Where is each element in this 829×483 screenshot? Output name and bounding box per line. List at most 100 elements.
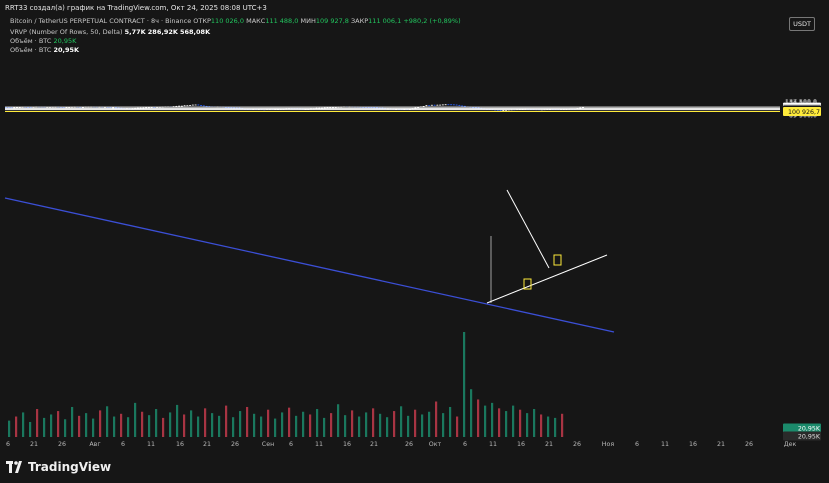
- horizontal-levels[interactable]: [5, 106, 780, 113]
- volume-bar: [309, 414, 312, 437]
- x-tick-label: 26: [231, 441, 239, 448]
- candle-body: [186, 105, 189, 107]
- volume-bar: [449, 406, 452, 437]
- volume-bar: [176, 404, 179, 437]
- x-tick-label: 21: [370, 441, 378, 448]
- candle-body: [444, 104, 447, 106]
- candle-body: [463, 105, 466, 107]
- x-tick-label: 6: [635, 441, 639, 448]
- volume-bar: [512, 405, 515, 437]
- x-tick-label: 21: [30, 441, 38, 448]
- volume-bar: [393, 411, 396, 437]
- volume-bars: [8, 332, 564, 437]
- volume-bar: [225, 405, 228, 437]
- volume-bar: [267, 409, 270, 437]
- volume-bar: [526, 413, 529, 437]
- pattern-line[interactable]: [506, 189, 550, 269]
- ascending-trendline[interactable]: [486, 254, 608, 304]
- volume-bar: [22, 412, 25, 437]
- volume-bar: [498, 408, 501, 437]
- volume-bar: [190, 410, 193, 437]
- volume-bar: [372, 408, 375, 437]
- candle-body: [450, 104, 453, 106]
- price-labels: 115 809,8111 006,102:51:23110 051,4107 3…: [783, 102, 821, 441]
- candle-body: [197, 104, 200, 106]
- time-axis[interactable]: 6 21 26 Авг 6 11 16 21 26 Сен 6 11 16 21 26 Окт 6 11 16 21 2…: [6, 441, 796, 448]
- chart-frame: RRT33 создал(а) график на TradingView.co…: [0, 0, 829, 483]
- volume-bar: [365, 412, 368, 437]
- volume-bar: [15, 416, 18, 437]
- x-tick-label: 11: [489, 441, 497, 448]
- candle-body: [502, 110, 505, 111]
- volume-bar: [351, 410, 354, 437]
- candle-body: [433, 104, 436, 106]
- volume-bar: [211, 413, 214, 437]
- x-tick-label: 6: [463, 441, 467, 448]
- x-tick-label: Ноя: [602, 441, 615, 448]
- volume-bar: [547, 416, 550, 437]
- x-tick-label: 16: [517, 441, 525, 448]
- volume-bar: [57, 411, 60, 437]
- volume-bar: [169, 412, 172, 437]
- price-label: 100 926,7: [788, 109, 820, 116]
- volume-bar: [204, 408, 207, 437]
- volume-bar: [400, 406, 403, 437]
- trend-drawings[interactable]: [4, 189, 615, 333]
- volume-bar: [43, 417, 46, 437]
- candle-body: [455, 104, 458, 106]
- volume-bar: [253, 413, 256, 437]
- tradingview-logo-text: TradingView: [28, 460, 112, 474]
- volume-bar: [127, 417, 130, 437]
- candle-body: [441, 104, 444, 106]
- x-tick-label: 6: [121, 441, 125, 448]
- candle-body: [200, 105, 203, 106]
- volume-bar: [78, 415, 81, 437]
- volume-bar: [344, 415, 347, 437]
- x-tick-label: 16: [343, 441, 351, 448]
- x-tick-label: Дек: [784, 441, 797, 448]
- x-tick-label: 26: [745, 441, 753, 448]
- volume-bar: [232, 417, 235, 437]
- x-tick-label: 26: [58, 441, 66, 448]
- volume-bar: [295, 415, 298, 437]
- tradingview-logo[interactable]: TradingView: [6, 460, 111, 474]
- x-tick-label: 6: [289, 441, 293, 448]
- volume-bar: [71, 406, 74, 437]
- volume-bar: [533, 409, 536, 437]
- volume-bar: [29, 421, 32, 437]
- volume-bar: [484, 405, 487, 437]
- volume-bar: [337, 404, 340, 437]
- volume-bar: [463, 332, 466, 437]
- volume-bar: [274, 418, 277, 437]
- candle-body: [436, 104, 439, 106]
- volume-bar: [316, 409, 319, 437]
- volume-bar: [435, 401, 438, 437]
- volume-bar: [239, 411, 242, 437]
- volume-bar: [407, 415, 410, 437]
- volume-bar: [288, 407, 291, 437]
- candle-body: [189, 105, 192, 106]
- x-tick-label: Авг: [89, 441, 100, 448]
- volume-bar: [561, 413, 564, 437]
- volume-bar: [414, 409, 417, 437]
- candle-body: [447, 104, 450, 106]
- volume-bar: [330, 413, 333, 437]
- candle-body: [439, 104, 442, 106]
- volume-bar: [113, 416, 116, 437]
- volume-bar: [120, 413, 123, 437]
- candle-body: [178, 105, 181, 107]
- price-chart[interactable]: 137 500,0133 500,0129 500,0125 500,0121 …: [0, 0, 829, 483]
- volume-bar: [554, 417, 557, 437]
- tradingview-logo-icon: [6, 461, 22, 473]
- volume-bar: [85, 413, 88, 437]
- volume-bar: [218, 415, 221, 437]
- volume-bar: [281, 412, 284, 437]
- candle-body: [425, 105, 428, 107]
- volume-bar: [442, 413, 445, 437]
- volume-bar: [92, 418, 95, 437]
- candle-body: [183, 105, 186, 107]
- price-label: 20,95K: [798, 433, 821, 440]
- candle-body: [202, 105, 205, 107]
- candle-body: [191, 104, 194, 106]
- volume-bar: [197, 416, 200, 437]
